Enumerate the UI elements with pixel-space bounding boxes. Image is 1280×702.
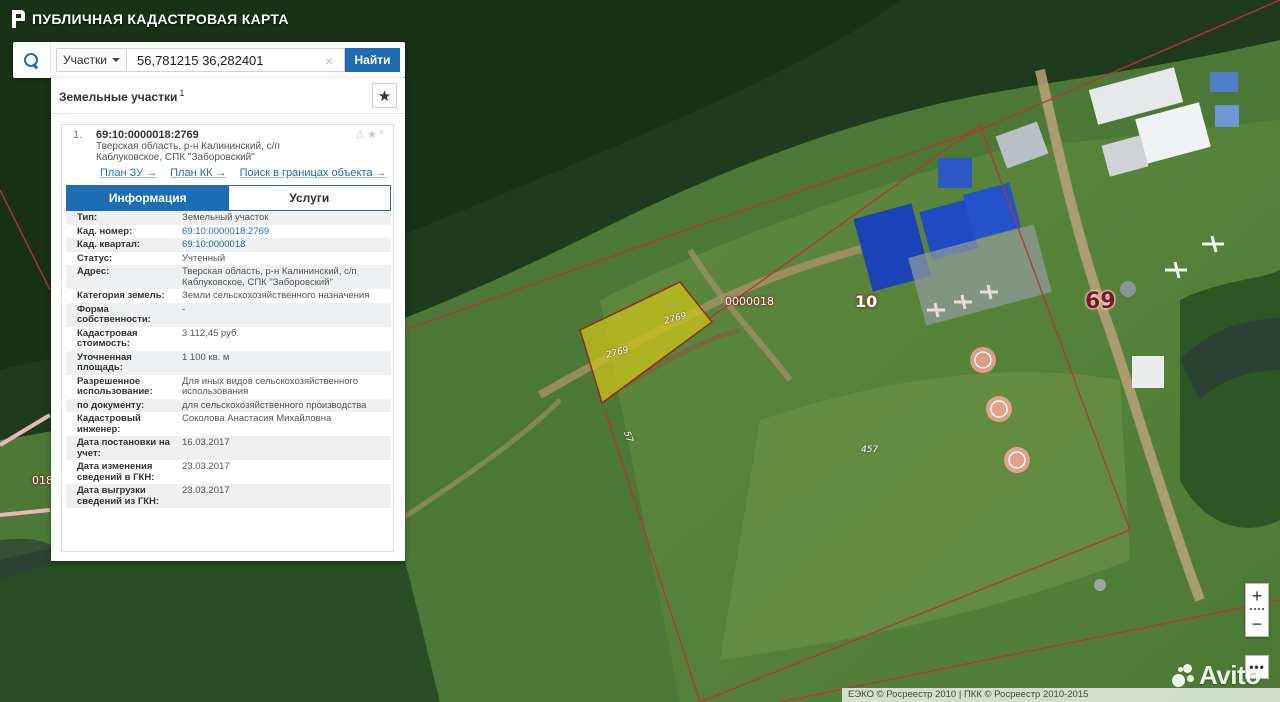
row-key: Форма собственности: (66, 302, 176, 327)
row-key: по документу: (66, 398, 176, 412)
avito-logo-icon (1172, 663, 1196, 688)
panel-header: Земельные участки 1 ★ (51, 78, 405, 114)
row-value: Земельный участок (176, 211, 391, 225)
table-row: по документу: для сельскохозяйственного п… (66, 398, 391, 412)
row-value: 23.03.2017 (176, 484, 391, 508)
table-row: Дата постановки на учет: 16.03.2017 (66, 436, 391, 460)
district-label-69: 69 (1085, 289, 1116, 314)
row-value: 16.03.2017 (176, 436, 391, 460)
result-cadastral-id[interactable]: 69:10:0000018:2769 (96, 129, 199, 141)
search-type-select[interactable]: Участки (56, 48, 127, 72)
search-input[interactable] (127, 48, 345, 72)
row-key: Дата выгрузки сведений из ГКН: (66, 484, 176, 508)
table-row: Кад. квартал: 69:10:0000018 (66, 238, 391, 252)
result-address: Тверская область, р-н Калининский, с/п К… (96, 141, 280, 163)
row-key: Разрешенное использование: (77, 375, 153, 397)
link-search-in-bounds[interactable]: Поиск в границах объекта → (240, 167, 387, 179)
table-row: Адрес: Тверская область, р-н Калининский,… (66, 265, 391, 289)
find-button[interactable]: Найти (345, 48, 400, 72)
table-row: Тип: Земельный участок (66, 211, 391, 225)
row-value: 3 112,45 руб. (182, 327, 240, 339)
chevron-down-icon (112, 58, 120, 62)
row-value: Соколова Анастасия Михайловна (182, 413, 332, 424)
row-value: 1 100 кв. м (176, 350, 391, 375)
search-type-label: Участки (63, 53, 107, 67)
row-key: Адрес: (66, 265, 176, 289)
block-label-10: 10 (855, 292, 878, 311)
app-header: ПУБЛИЧНАЯ КАДАСТРОВАЯ КАРТА (12, 10, 289, 28)
row-key: Дата постановки на учет: (66, 436, 176, 460)
zoom-control: + − (1245, 583, 1269, 637)
avito-wordmark: Avito (1199, 660, 1261, 690)
avito-watermark: Avito (1172, 660, 1261, 691)
rosreestr-logo-icon (12, 10, 26, 28)
row-key: Тип: (66, 211, 176, 225)
row-key: Кадастровый инженер: (77, 413, 141, 435)
row-value-link[interactable]: 69:10:0000018 (176, 238, 391, 252)
result-index: 1. (73, 129, 83, 141)
quarter-label: 0000018 (725, 295, 774, 308)
result-count: 1 (179, 87, 185, 98)
tab-info[interactable]: Информация (67, 186, 229, 210)
row-value-link[interactable]: 69:10:0000018:2769 (176, 225, 391, 239)
link-plan-kk[interactable]: План КК → (170, 167, 226, 179)
result-links: План ЗУ → План КК → Поиск в границах объ… (100, 167, 387, 179)
table-row: Кадастровый инженер: Соколова Анастасия М… (66, 412, 391, 436)
table-row: Статус: Учтенный (66, 252, 391, 266)
info-table: Тип: Земельный участок Кад. номер: 69:10:0… (66, 211, 391, 508)
table-row: Кадастровая стоимость: 3 112,45 руб. (66, 327, 391, 351)
row-key: Статус: (77, 252, 113, 264)
search-bar: Участки × Найти (13, 42, 405, 78)
zoom-in-button[interactable]: + (1246, 584, 1268, 608)
panel-title-text: Земельные участки (59, 89, 178, 104)
row-key: Кадастровая стоимость: (77, 327, 138, 349)
app-title: ПУБЛИЧНАЯ КАДАСТРОВАЯ КАРТА (32, 11, 289, 27)
link-plan-zu[interactable]: План ЗУ → (100, 167, 157, 179)
search-toggle-button[interactable] (13, 42, 51, 78)
result-tabs: Информация Услуги (66, 185, 391, 211)
card-actions-icons[interactable]: ⚠★^ (355, 128, 386, 141)
table-row: Дата выгрузки сведений из ГКН: 23.03.2017 (66, 484, 391, 508)
row-key: Категория земель: (77, 290, 165, 301)
row-value: Тверская область, р-н Калининский, с/п К… (176, 265, 391, 289)
row-key: Дата изменения сведений в ГКН: (77, 461, 155, 483)
panel-title: Земельные участки 1 (59, 88, 184, 104)
row-value: Учтенный (182, 252, 226, 264)
table-row: Дата изменения сведений в ГКН: 23.03.2017 (66, 460, 391, 484)
clear-icon[interactable]: × (325, 53, 333, 69)
star-icon: ★ (377, 87, 392, 105)
tab-services[interactable]: Услуги (228, 186, 390, 210)
edge-label-018: 018 (32, 474, 53, 487)
table-row: Разрешенное использование: Для иных видов… (66, 375, 391, 399)
row-value: 23.03.2017 (182, 461, 230, 472)
row-value: - (176, 302, 391, 327)
row-value: Земли сельскохозяйственного назначения (182, 290, 370, 301)
zoom-out-button[interactable]: − (1246, 612, 1268, 636)
results-panel: Земельные участки 1 ★ 1. 69:10:0000018:27… (51, 78, 405, 561)
result-card: 1. 69:10:0000018:2769 ⚠★^ Тверская облас… (61, 124, 394, 552)
table-row: Форма собственности: - (66, 302, 391, 327)
row-key: Кад. номер: (77, 225, 133, 237)
row-value: Для иных видов сельскохозяйственного исп… (182, 375, 359, 397)
row-key: Уточненная площадь: (66, 350, 176, 375)
row-key: Кад. квартал: (66, 238, 176, 252)
row-value: для сельскохозяйственного производства (176, 398, 391, 412)
table-row: Категория земель: Земли сельскохозяйствен… (66, 289, 391, 303)
search-icon (24, 52, 39, 68)
lot-label-457: 457 (861, 445, 879, 455)
favorite-button[interactable]: ★ (372, 83, 397, 108)
table-row: Кад. номер: 69:10:0000018:2769 (66, 225, 391, 239)
table-row: Уточненная площадь: 1 100 кв. м (66, 350, 391, 375)
